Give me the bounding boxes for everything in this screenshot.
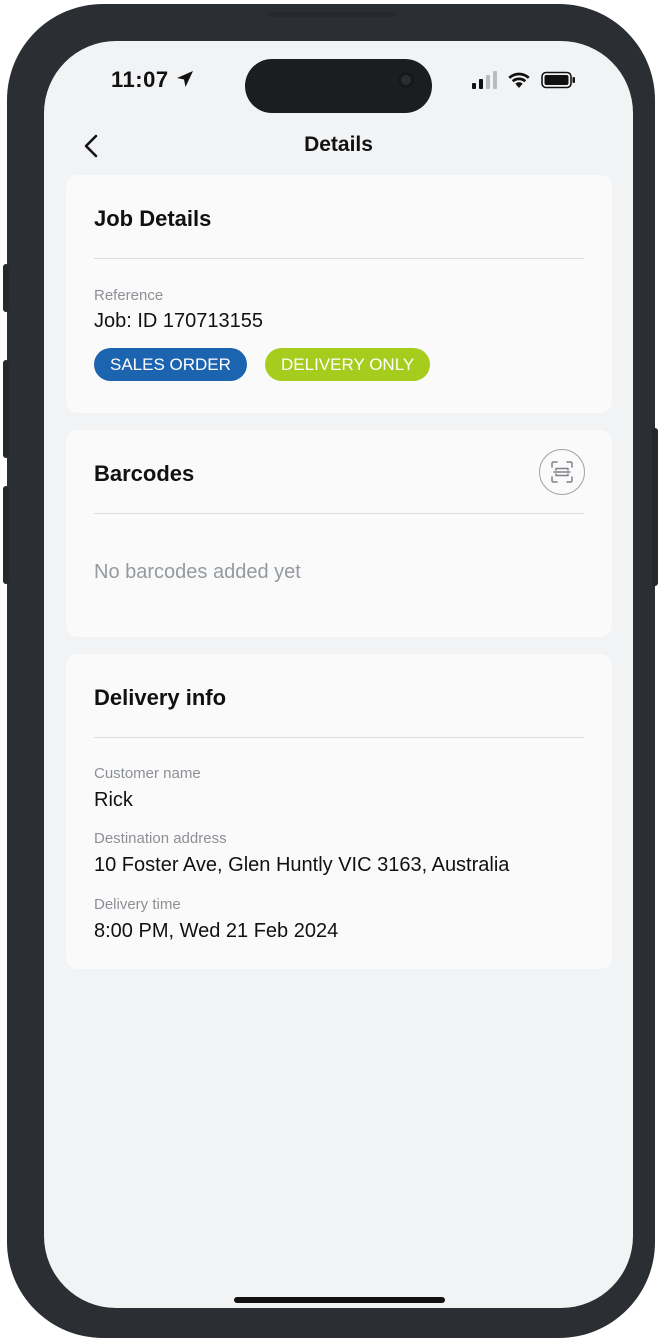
wifi-icon <box>508 72 530 88</box>
home-indicator[interactable] <box>234 1297 445 1303</box>
volume-down-button <box>3 486 9 584</box>
delivery-info-card: Delivery info Customer name Rick Destina… <box>66 654 612 969</box>
divider <box>94 737 584 738</box>
divider <box>94 258 584 259</box>
screen: 11:07 Details Job Details Reference Job:… <box>44 41 633 1308</box>
dynamic-island <box>245 59 432 113</box>
reference-label: Reference <box>94 287 164 304</box>
power-button <box>652 428 658 586</box>
top-speaker-edge <box>267 12 397 17</box>
scan-barcode-button[interactable] <box>539 449 585 495</box>
job-details-title: Job Details <box>94 206 212 231</box>
camera-icon <box>398 72 414 88</box>
barcode-scan-icon <box>551 461 573 483</box>
phone-frame: 11:07 Details Job Details Reference Job:… <box>3 4 658 1338</box>
divider <box>94 513 584 514</box>
job-details-card: Job Details Reference Job: ID 170713155 … <box>66 175 612 413</box>
delivery-time-label: Delivery time <box>94 896 181 913</box>
barcodes-empty-text: No barcodes added yet <box>94 561 301 583</box>
reference-value: Job: ID 170713155 <box>94 310 264 332</box>
action-button <box>3 264 9 312</box>
sales-order-badge: SALES ORDER <box>94 348 247 381</box>
page-title: Details <box>304 133 373 156</box>
delivery-time-value: 8:00 PM, Wed 21 Feb 2024 <box>94 920 339 942</box>
destination-address-value: 10 Foster Ave, Glen Huntly VIC 3163, Aus… <box>94 854 510 876</box>
delivery-only-badge: DELIVERY ONLY <box>265 348 431 381</box>
nav-bar: Details <box>44 127 633 167</box>
customer-name-label: Customer name <box>94 765 201 782</box>
customer-name-value: Rick <box>94 789 133 811</box>
cellular-signal-icon <box>472 71 497 89</box>
delivery-info-title: Delivery info <box>94 685 227 710</box>
barcodes-card: Barcodes No barcodes added yet <box>66 430 612 637</box>
barcodes-title: Barcodes <box>94 461 195 486</box>
battery-icon <box>541 71 575 89</box>
destination-address-label: Destination address <box>94 830 227 847</box>
status-time: 11:07 <box>111 67 169 92</box>
location-arrow-icon <box>177 71 193 87</box>
status-indicators <box>472 71 577 89</box>
volume-up-button <box>3 360 9 458</box>
